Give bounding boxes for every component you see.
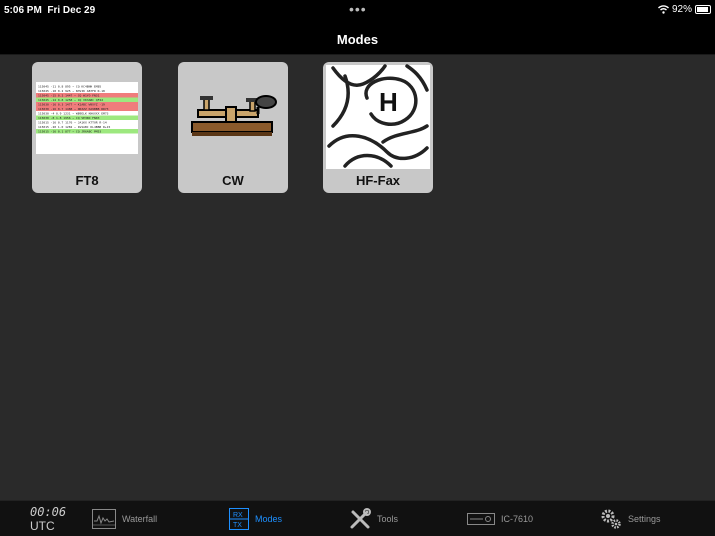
tab-label-tools: Tools bbox=[377, 513, 399, 524]
wifi-icon bbox=[657, 5, 669, 14]
utc-clock-time: 00:06 bbox=[30, 505, 67, 519]
svg-text:RX: RX bbox=[233, 512, 243, 519]
battery-icon bbox=[695, 5, 711, 14]
mode-label-cw: CW bbox=[222, 173, 244, 188]
tab-label-ic-7610: IC-7610 bbox=[501, 513, 534, 524]
svg-text:115045 -18 0.2 925 ~ N3VIK: 115045 -18 0.2 925 ~ N3VIK AB7FR R-18 bbox=[38, 89, 105, 93]
tab-bar: 00:06 UTC Waterfall RX TX Modes Tools IC… bbox=[0, 500, 715, 536]
ft8-decode-list-icon: 115045 -11 0.8 895 ~ CQ KC4BNH EM85 1150… bbox=[36, 82, 138, 154]
mode-tile-cw[interactable]: CW bbox=[178, 62, 288, 193]
svg-text:TX: TX bbox=[233, 522, 242, 529]
tab-ic-7610[interactable]: IC-7610 bbox=[467, 501, 533, 536]
multitask-dots[interactable]: ••• bbox=[349, 1, 367, 17]
mode-tile-hf-fax[interactable]: H HF-Fax bbox=[323, 62, 433, 193]
navigation-bar: Modes bbox=[0, 22, 715, 55]
page-title: Modes bbox=[336, 32, 379, 47]
utc-clock: 00:06 UTC bbox=[30, 505, 66, 533]
svg-text:115045 -14 0.8 1258 ~ CQ VK: 115045 -14 0.8 1258 ~ CQ VK3ABC QF22 bbox=[38, 98, 103, 102]
svg-text:115015 -16 0.1 877 ~ CQ JR: 115015 -16 0.1 877 ~ CQ JR6ABC PM53 bbox=[38, 130, 101, 134]
tab-label-waterfall: Waterfall bbox=[122, 513, 158, 524]
mode-tile-ft8[interactable]: 115045 -11 0.8 895 ~ CQ KC4BNH EM85 1150… bbox=[32, 62, 142, 193]
svg-text:115030 -8 1.8 1956 ~ CQ VE: 115030 -8 1.8 1956 ~ CQ VE3KD FN03 bbox=[38, 116, 100, 120]
tab-settings[interactable]: Settings bbox=[600, 501, 661, 536]
tab-label-settings: Settings bbox=[628, 513, 661, 524]
svg-text:H: H bbox=[379, 87, 398, 117]
tab-tools[interactable]: Tools bbox=[349, 501, 398, 536]
tab-modes[interactable]: RX TX Modes bbox=[229, 501, 282, 536]
status-time: 5:06 PM Fri Dec 29 bbox=[4, 5, 96, 16]
tab-label-modes: Modes bbox=[255, 513, 283, 524]
svg-text:115045 -11 0.8 895 ~ CQ KC: 115045 -11 0.8 895 ~ CQ KC4BNH EM85 bbox=[38, 85, 101, 89]
svg-text:115015 -16 0.7 1176 ~ JA1KX: 115015 -16 0.7 1176 ~ JA1KX K7TOR R-14 bbox=[38, 121, 107, 125]
svg-text:115030 -4 0.9 1231 ~ WB9EL: 115030 -4 0.9 1231 ~ WB9ELK KH6XXX EM73 bbox=[38, 112, 109, 116]
weather-map-icon: H bbox=[326, 64, 430, 169]
gears-icon bbox=[601, 509, 621, 529]
battery-percent: 92% bbox=[671, 4, 692, 15]
tools-icon bbox=[350, 507, 371, 528]
status-right: 92% bbox=[657, 4, 711, 15]
mode-label-ft8: FT8 bbox=[75, 173, 99, 188]
svg-text:115030 -16 0.7 1488 ~ N0ZZZ: 115030 -16 0.7 1488 ~ N0ZZZ KA9BBB RR73 bbox=[38, 107, 109, 111]
radio-icon bbox=[467, 512, 495, 525]
waterfall-icon bbox=[92, 508, 116, 529]
tab-waterfall[interactable]: Waterfall bbox=[92, 501, 157, 536]
svg-text:115015 -20 1.0 1282 ~ IW1AB: 115015 -20 1.0 1282 ~ IW1ABC DL4BBB R+15 bbox=[38, 125, 110, 129]
svg-text:115030 -16 0.3 1477 ~ K1ABC: 115030 -16 0.3 1477 ~ K1ABC W9XYZ -19 bbox=[38, 103, 105, 107]
rx-tx-icon: RX TX bbox=[229, 507, 249, 530]
svg-text:115045 -15 0.2 1447 ~ CQ W1: 115045 -15 0.2 1447 ~ CQ W1YO FN31 bbox=[38, 94, 100, 98]
utc-clock-zone: UTC bbox=[30, 519, 55, 533]
morse-key-icon bbox=[191, 95, 277, 136]
mode-label-hf-fax: HF-Fax bbox=[355, 173, 401, 188]
status-bar: 5:06 PM Fri Dec 29 ••• 92% bbox=[0, 0, 715, 22]
